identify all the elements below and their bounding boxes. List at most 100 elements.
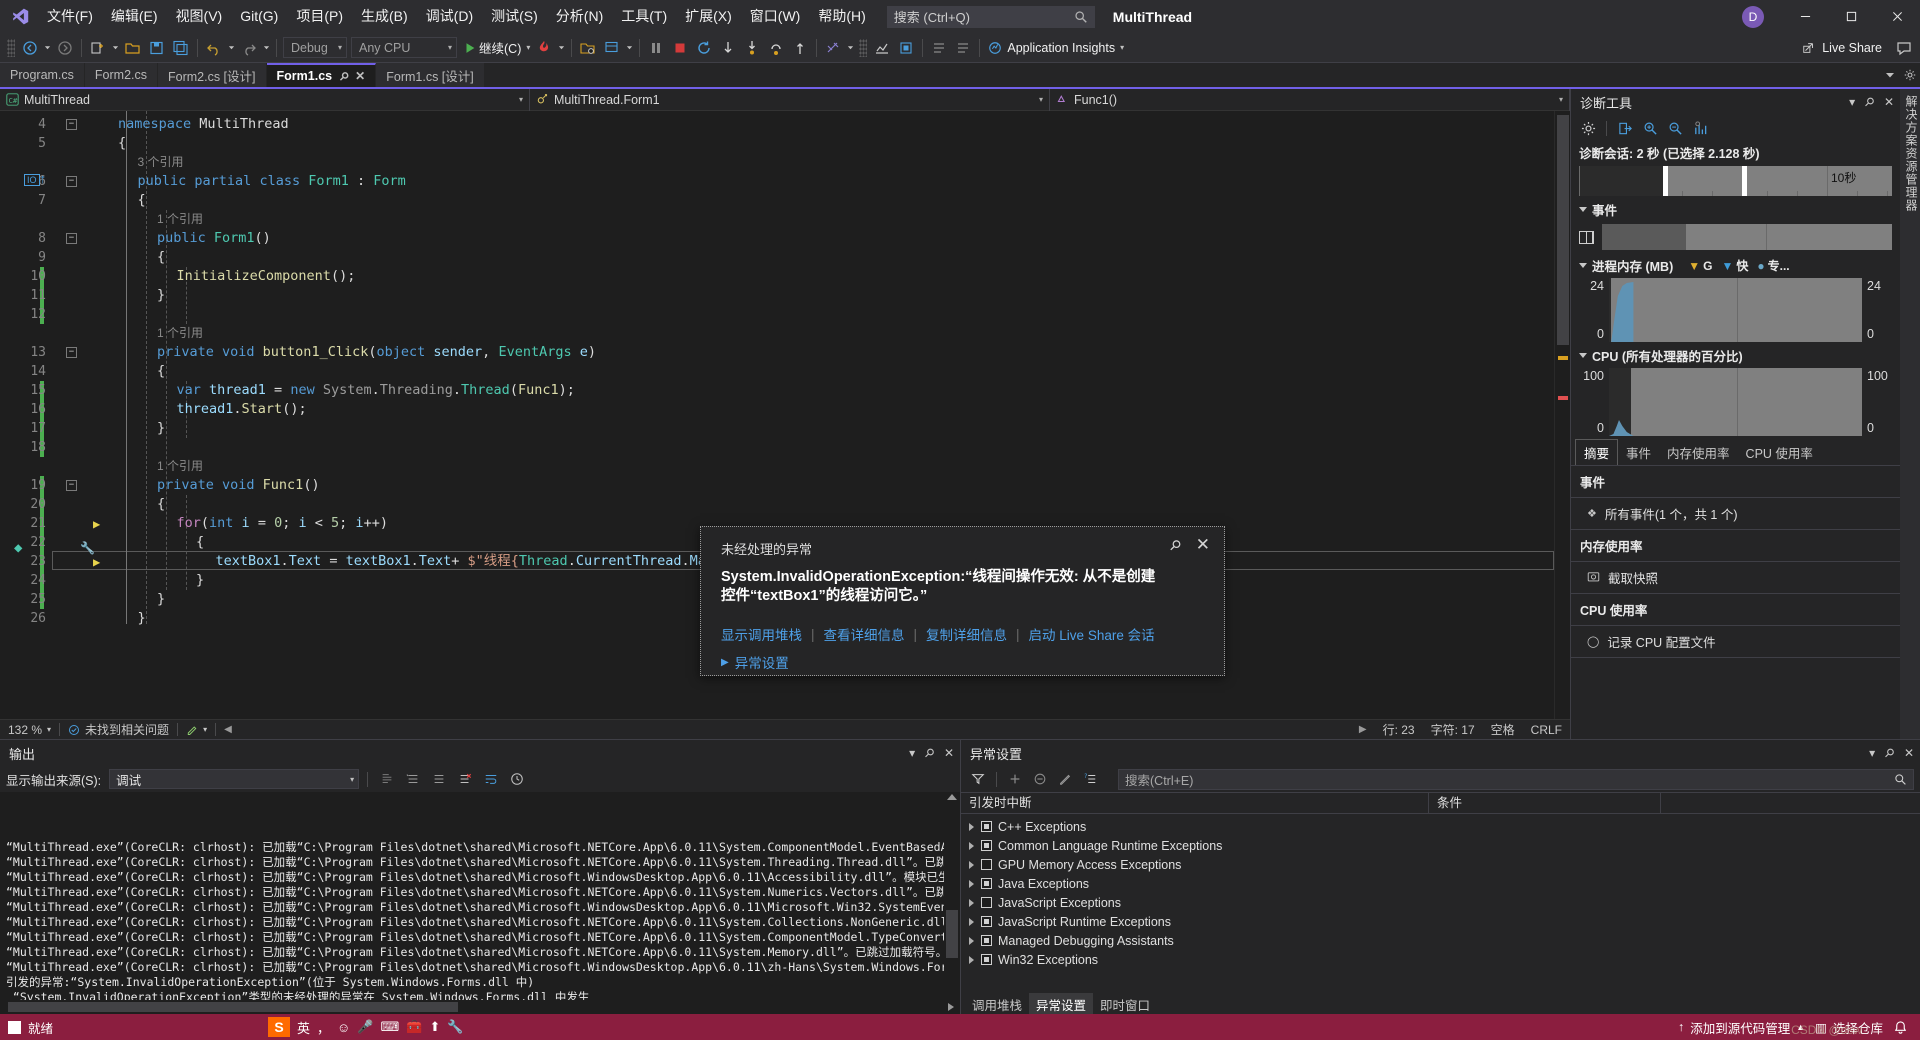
code-line[interactable]: thread1.Start(); [177,400,307,419]
category-checkbox[interactable] [981,859,992,870]
summary-row-record-cpu[interactable]: ◯ 记录 CPU 配置文件 [1571,626,1900,658]
chevron-down-icon-diag[interactable]: ▾ [1849,95,1855,109]
code-line[interactable]: public partial class Form1 : Form [138,172,406,191]
threads-icon[interactable] [821,36,845,60]
expander-icon[interactable] [969,822,974,831]
code-line[interactable]: } [196,571,204,590]
step-into-icon[interactable] [740,36,764,60]
category-checkbox[interactable] [981,916,992,927]
code-line[interactable]: { [157,495,165,514]
expander-icon[interactable] [969,955,974,964]
toolbar-grip-2[interactable] [859,38,868,57]
fold-toggle[interactable]: − [66,347,77,358]
chevron-down-icon-output[interactable]: ▾ [909,746,915,760]
code-line[interactable]: for(int i = 0; i < 5; i++) [177,514,388,533]
go-to-next-icon[interactable] [428,768,450,790]
notifications-button[interactable] [1893,1020,1908,1035]
diagnostic-timeline-ruler[interactable]: 10秒 [1579,166,1892,196]
redo-dropdown[interactable] [261,36,272,60]
global-search-input[interactable]: 搜索 (Ctrl+Q) [886,5,1095,28]
code-line[interactable]: { [196,533,204,552]
navigate-forward-button[interactable] [53,36,77,60]
menu-build[interactable]: 生成(B) [352,0,417,33]
exception-category-row[interactable]: Managed Debugging Assistants [961,931,1920,950]
expander-icon[interactable] [969,841,974,850]
open-file-icon[interactable] [121,36,145,60]
stop-debugging-icon[interactable] [668,36,692,60]
editor-vertical-scrollbar[interactable] [1554,111,1570,719]
exception-helper-popup[interactable]: 未经处理的异常 System.InvalidOperationException… [700,526,1225,676]
filter-icon[interactable] [967,768,989,790]
menu-tools[interactable]: 工具(T) [612,0,676,33]
output-vertical-scrollbar[interactable] [944,792,960,1000]
zoom-in-icon[interactable] [1639,117,1661,139]
summary-row-snapshot[interactable]: 截取快照 [1571,562,1900,594]
tab-program-cs[interactable]: Program.cs [0,63,85,87]
restore-defaults-icon[interactable]: ? [1079,768,1101,790]
diag-tab-memory[interactable]: 内存使用率 [1659,440,1738,465]
pin-icon-popup[interactable]: ⚲ [1165,536,1185,555]
pin-icon-diag[interactable]: ⚲ [1861,94,1877,110]
copy-details-link[interactable]: 复制详细信息 [926,624,1007,644]
tab-form2-designer[interactable]: Form2.cs [设计] [158,63,267,87]
toolbox-icon[interactable]: 🧰 [406,1019,422,1035]
save-icon[interactable] [145,36,169,60]
fold-toggle[interactable]: − [66,233,77,244]
close-icon[interactable]: ✕ [355,69,365,83]
expander-icon[interactable] [969,860,974,869]
continue-button[interactable]: 继续(C) ▾ [459,36,532,60]
exception-category-row[interactable]: Common Language Runtime Exceptions [961,836,1920,855]
close-button[interactable] [1874,0,1920,33]
summary-row-all-events[interactable]: ❖ 所有事件(1 个，共 1 个) [1571,498,1900,530]
zoom-level[interactable]: 132 % ▾ [0,723,59,737]
line-ending-mode[interactable]: CRLF [1523,723,1570,737]
diag-tab-events[interactable]: 事件 [1618,440,1659,465]
chevron-down-icon-tabs[interactable] [1884,69,1896,81]
output-horizontal-scrollbar[interactable] [0,1000,960,1014]
exception-category-row[interactable]: Java Exceptions [961,874,1920,893]
show-timestamps-icon[interactable] [506,768,528,790]
undo-icon[interactable] [202,36,226,60]
code-line[interactable]: 1 个引用 [157,457,203,476]
output-source-combo[interactable]: 调试 ▾ [109,769,360,789]
sogou-ime-icon[interactable]: S [268,1017,291,1037]
code-line[interactable]: 1 个引用 [157,210,203,229]
feedback-icon[interactable] [1892,36,1916,60]
code-line[interactable]: { [118,134,126,153]
bookmark-margin-icon[interactable]: ◆ [14,540,22,556]
menu-analyze[interactable]: 分析(N) [547,0,612,33]
memory-graph-plot[interactable] [1609,278,1862,342]
code-editor[interactable]: − − − − −4 namespace MultiThread 5{3 个引用 6 publi… [0,111,1570,719]
ime-punctuation-icon[interactable]: ， [317,1018,330,1037]
menu-view[interactable]: 视图(V) [167,0,232,33]
menu-test[interactable]: 测试(S) [482,0,547,33]
expander-icon[interactable] [969,936,974,945]
diagnostic-events-group-header[interactable]: 事件 [1571,196,1900,222]
fold-toggle[interactable]: − [66,176,77,187]
gear-icon-tabs[interactable] [1904,69,1916,81]
step-out-icon[interactable] [788,36,812,60]
code-line[interactable]: { [157,248,165,267]
hot-reload-dropdown[interactable] [556,36,567,60]
step-over-icon[interactable] [764,36,788,60]
go-to-previous-icon[interactable] [402,768,424,790]
break-all-icon[interactable] [644,36,668,60]
memory-usage-icon[interactable] [894,36,918,60]
chevron-down-icon-exc[interactable]: ▾ [1869,746,1875,760]
breakpoints-icon[interactable] [576,36,600,60]
pin-icon[interactable]: ⚲ [337,69,352,83]
intellisense-indicator[interactable]: ▾ [178,724,215,736]
menu-git[interactable]: Git(G) [231,0,287,33]
code-line[interactable]: namespace MultiThread [118,115,289,134]
code-line[interactable]: { [138,191,146,210]
scrollbar-thumb[interactable] [1557,115,1569,345]
tab-form1-designer[interactable]: Form1.cs [设计] [376,63,485,87]
zoom-out-icon[interactable] [1664,117,1686,139]
menu-window[interactable]: 窗口(W) [741,0,810,33]
menu-project[interactable]: 项目(P) [287,0,352,33]
output-scroll-right-arrow[interactable] [948,1003,954,1011]
toolbar-grip[interactable] [7,38,15,57]
diagnostic-memory-group-header[interactable]: 进程内存 (MB) ▼ G ▼ 快 ● 专... [1571,252,1900,278]
issues-indicator[interactable]: 未找到相关问题 [60,721,177,738]
export-icon[interactable] [1614,117,1636,139]
